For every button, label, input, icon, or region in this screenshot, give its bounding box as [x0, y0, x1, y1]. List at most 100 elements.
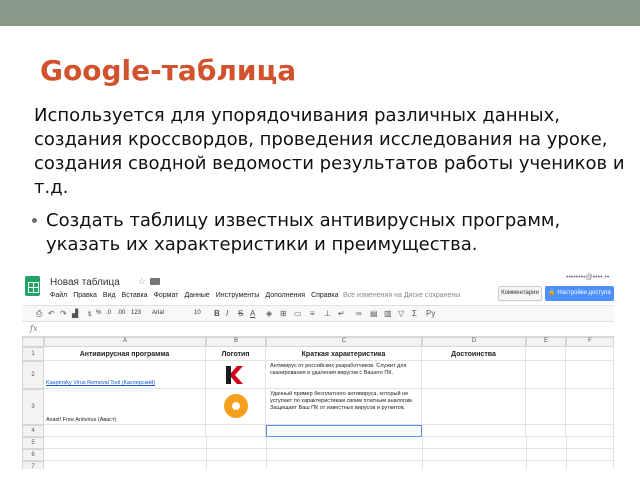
folder-icon[interactable] — [150, 278, 160, 285]
cell-f3[interactable] — [566, 389, 614, 425]
cell-c1[interactable]: Краткая характеристика — [266, 347, 422, 361]
col-divider-f — [566, 437, 567, 469]
document-title[interactable]: Новая таблица — [50, 277, 120, 288]
col-divider-d — [422, 437, 423, 469]
column-header-e[interactable]: E — [526, 337, 566, 347]
align-left-icon[interactable]: ≡ — [310, 309, 315, 319]
paint-format-icon[interactable]: ▟ — [72, 309, 78, 319]
menu-view[interactable]: Вид — [103, 292, 116, 299]
row-header-5[interactable]: 5 — [22, 437, 44, 449]
menu-bar: Файл Правка Вид Вставка Формат Данные Ин… — [50, 292, 345, 299]
cell-f4[interactable] — [566, 425, 614, 437]
cell-d1[interactable]: Достоинства — [422, 347, 526, 361]
cell-a4[interactable] — [44, 425, 206, 437]
toolbar: ⎙ ↶ ↷ ▟ $ % .0 .00 123 Arial 10 B I S A … — [22, 305, 614, 322]
bullet-dot — [32, 218, 37, 223]
cell-c3[interactable]: Удачный пример бесплатного антивируса, к… — [266, 389, 422, 425]
merge-cells-icon[interactable]: ▭ — [294, 309, 302, 319]
input-tools-icon[interactable]: Ру — [426, 309, 435, 319]
avast-logo-icon — [224, 394, 248, 418]
row-5-cells[interactable] — [44, 437, 614, 449]
cell-e1[interactable] — [526, 347, 566, 361]
comments-button[interactable]: Комментарии — [498, 286, 542, 301]
menu-addons[interactable]: Дополнения — [265, 292, 305, 299]
column-header-c[interactable]: C — [266, 337, 422, 347]
cell-a2[interactable]: Kaspersky Virus Removal Tool (Касперский… — [44, 361, 206, 389]
sheets-screenshot: Новая таблица ☆ ••••••••@••••.•• Файл Пр… — [22, 271, 614, 469]
valign-icon[interactable]: ⊥ — [324, 309, 331, 319]
col-divider-b — [206, 437, 207, 469]
fx-icon: fx — [30, 324, 38, 333]
column-header-b[interactable]: B — [206, 337, 266, 347]
star-icon[interactable]: ☆ — [138, 276, 146, 287]
number-format-dropdown[interactable]: 123 — [131, 310, 141, 316]
row-7-cells[interactable] — [44, 461, 614, 469]
chart-icon[interactable]: ▥ — [384, 309, 392, 319]
wrap-text-icon[interactable]: ↵ — [338, 309, 345, 319]
font-dropdown[interactable]: Arial — [152, 310, 188, 316]
menu-tools[interactable]: Инструменты — [216, 292, 260, 299]
cell-c2[interactable]: Антивирус от российских разработчиков. С… — [266, 361, 422, 389]
decimals-more-button[interactable]: .00 — [117, 310, 125, 316]
cell-a1[interactable]: Антивирусная программа — [44, 347, 206, 361]
menu-edit[interactable]: Правка — [73, 292, 97, 299]
cell-e4[interactable] — [526, 425, 566, 437]
column-header-d[interactable]: D — [422, 337, 526, 347]
row-6-cells[interactable] — [44, 449, 614, 461]
column-header-f[interactable]: F — [566, 337, 614, 347]
kaspersky-logo-icon — [226, 366, 243, 384]
print-icon[interactable]: ⎙ — [36, 309, 42, 319]
redo-icon[interactable]: ↷ — [60, 309, 67, 319]
cell-e3[interactable] — [526, 389, 566, 425]
menu-format[interactable]: Формат — [154, 292, 179, 299]
col-divider-e — [526, 437, 527, 469]
menu-insert[interactable]: Вставка — [122, 292, 148, 299]
row-header-3[interactable]: 3 — [22, 389, 44, 425]
row-header-7[interactable]: 7 — [22, 461, 44, 469]
row-header-6[interactable]: 6 — [22, 449, 44, 461]
menu-data[interactable]: Данные — [184, 292, 209, 299]
cell-f1[interactable] — [566, 347, 614, 361]
row-header-2[interactable]: 2 — [22, 361, 44, 389]
select-all-corner[interactable] — [22, 337, 44, 347]
menu-help[interactable]: Справка — [311, 292, 338, 299]
currency-icon[interactable]: $ — [88, 310, 91, 320]
filter-icon[interactable]: ▽ — [398, 309, 404, 319]
cell-a3[interactable]: Avast! Free Antivirus (Аваст) — [44, 389, 206, 425]
row-header-1[interactable]: 1 — [22, 347, 44, 361]
borders-icon[interactable]: ⊞ — [280, 309, 287, 319]
cell-b4[interactable] — [206, 425, 266, 437]
cell-b2[interactable] — [206, 361, 266, 389]
link-icon[interactable]: ∞ — [356, 309, 362, 319]
top-decor-bar — [0, 0, 640, 26]
cell-b1[interactable]: Логотип — [206, 347, 266, 361]
column-header-a[interactable]: A — [44, 337, 206, 347]
font-size-dropdown[interactable]: 10 — [194, 310, 201, 316]
slide-bullet-text: Создать таблицу известных антивирусных п… — [46, 210, 561, 255]
strikethrough-icon[interactable]: S — [238, 309, 243, 319]
fill-color-icon[interactable]: ◈ — [266, 309, 272, 319]
row-header-4[interactable]: 4 — [22, 425, 44, 437]
comment-icon[interactable]: ▤ — [370, 309, 378, 319]
kaspersky-link[interactable]: Kaspersky Virus Removal Tool (Касперский… — [46, 380, 155, 386]
cell-d2[interactable] — [422, 361, 526, 389]
account-email: ••••••••@••••.•• — [566, 274, 610, 281]
decimals-less-button[interactable]: .0 — [106, 310, 111, 316]
cell-d3[interactable] — [422, 389, 526, 425]
cell-c4-selected[interactable] — [266, 425, 422, 437]
save-status: Все изменения на Диске сохранены — [343, 292, 461, 299]
menu-file[interactable]: Файл — [50, 292, 67, 299]
cell-e2[interactable] — [526, 361, 566, 389]
undo-icon[interactable]: ↶ — [48, 309, 55, 319]
sheets-logo-icon — [25, 276, 40, 296]
text-color-icon[interactable]: A — [250, 309, 255, 319]
formula-bar[interactable]: fx — [22, 322, 614, 337]
cell-f2[interactable] — [566, 361, 614, 389]
cell-b3[interactable] — [206, 389, 266, 425]
cell-d4[interactable] — [422, 425, 526, 437]
functions-icon[interactable]: Σ — [412, 309, 417, 319]
italic-icon[interactable]: I — [226, 309, 228, 319]
percent-button[interactable]: % — [96, 310, 101, 316]
bold-icon[interactable]: B — [214, 309, 220, 319]
share-button[interactable]: 🔒 Настройки доступа — [545, 286, 614, 301]
